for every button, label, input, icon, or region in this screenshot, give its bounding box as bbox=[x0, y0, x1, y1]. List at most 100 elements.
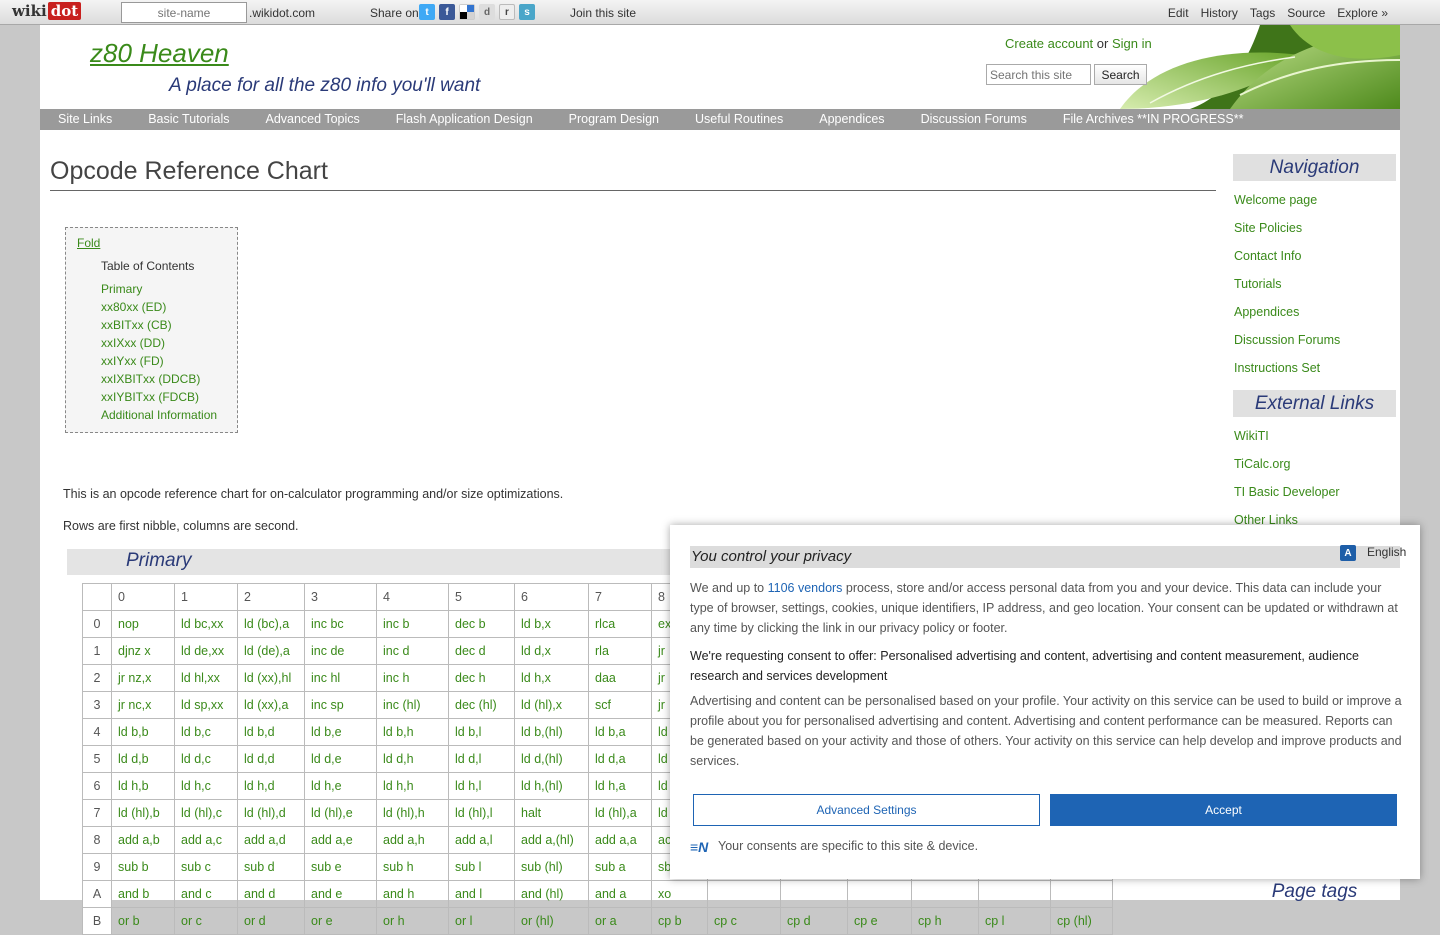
source-link[interactable]: Source bbox=[1287, 6, 1325, 20]
opcode-link[interactable]: halt bbox=[521, 806, 541, 820]
opcode-link[interactable]: sub h bbox=[383, 860, 414, 874]
opcode-link[interactable]: ld b,b bbox=[118, 725, 149, 739]
opcode-link[interactable]: ld (de),a bbox=[244, 644, 290, 658]
toc-link-fd[interactable]: xxIYxx (FD) bbox=[101, 354, 164, 368]
history-link[interactable]: History bbox=[1201, 6, 1238, 20]
opcode-link[interactable]: inc bc bbox=[311, 617, 344, 631]
opcode-link[interactable]: ld d,e bbox=[311, 752, 342, 766]
opcode-link[interactable]: ld sp,xx bbox=[181, 698, 223, 712]
opcode-link[interactable]: ld h,x bbox=[521, 671, 551, 685]
nav-site-links[interactable]: Site Links bbox=[40, 109, 130, 130]
opcode-link[interactable]: ld h,(hl) bbox=[521, 779, 563, 793]
opcode-link[interactable]: cp e bbox=[854, 914, 878, 928]
nav-discussion-forums[interactable]: Discussion Forums bbox=[903, 109, 1045, 130]
sidebar-link-appendices[interactable]: Appendices bbox=[1234, 305, 1299, 319]
nav-useful-routines[interactable]: Useful Routines bbox=[677, 109, 801, 130]
search-button[interactable]: Search bbox=[1094, 64, 1147, 85]
edit-link[interactable]: Edit bbox=[1168, 6, 1189, 20]
join-site-link[interactable]: Join this site bbox=[570, 6, 636, 20]
opcode-link[interactable]: ld h,a bbox=[595, 779, 626, 793]
opcode-link[interactable]: ld h,c bbox=[181, 779, 211, 793]
opcode-link[interactable]: jr bbox=[658, 644, 665, 658]
opcode-link[interactable]: and h bbox=[383, 887, 414, 901]
opcode-link[interactable]: xo bbox=[658, 887, 671, 901]
opcode-link[interactable]: or a bbox=[595, 914, 617, 928]
opcode-link[interactable]: ld b,x bbox=[521, 617, 551, 631]
opcode-link[interactable]: ld (bc),a bbox=[244, 617, 289, 631]
advanced-settings-button[interactable]: Advanced Settings bbox=[693, 794, 1040, 826]
site-title[interactable]: z80 Heaven bbox=[90, 38, 229, 69]
opcode-link[interactable]: sub b bbox=[118, 860, 149, 874]
toc-link-cb[interactable]: xxBITxx (CB) bbox=[101, 318, 172, 332]
opcode-link[interactable]: ld h,d bbox=[244, 779, 275, 793]
opcode-link[interactable]: dec h bbox=[455, 671, 486, 685]
opcode-link[interactable]: ld d,h bbox=[383, 752, 414, 766]
opcode-link[interactable]: ld d,a bbox=[595, 752, 626, 766]
opcode-link[interactable]: ld (hl),d bbox=[244, 806, 286, 820]
nav-flash-application-design[interactable]: Flash Application Design bbox=[378, 109, 551, 130]
twitter-icon[interactable]: t bbox=[419, 4, 435, 20]
sidebar-link-contact[interactable]: Contact Info bbox=[1234, 249, 1301, 263]
opcode-link[interactable]: ld d,d bbox=[244, 752, 275, 766]
explore-menu[interactable]: Explore » bbox=[1337, 6, 1388, 20]
opcode-link[interactable]: sub d bbox=[244, 860, 275, 874]
opcode-link[interactable]: and (hl) bbox=[521, 887, 563, 901]
opcode-link[interactable]: ld d,(hl) bbox=[521, 752, 563, 766]
toc-link-additional[interactable]: Additional Information bbox=[101, 408, 217, 422]
opcode-link[interactable]: or h bbox=[383, 914, 405, 928]
toc-link-ed[interactable]: xx80xx (ED) bbox=[101, 300, 166, 314]
opcode-link[interactable]: cp l bbox=[985, 914, 1004, 928]
opcode-link[interactable]: ld (hl),c bbox=[181, 806, 222, 820]
opcode-link[interactable]: or b bbox=[118, 914, 140, 928]
opcode-link[interactable]: sub e bbox=[311, 860, 342, 874]
sidebar-link-ticalc[interactable]: TiCalc.org bbox=[1234, 457, 1291, 471]
opcode-link[interactable]: add a,e bbox=[311, 833, 353, 847]
opcode-link[interactable]: and d bbox=[244, 887, 275, 901]
opcode-link[interactable]: ld (hl),e bbox=[311, 806, 353, 820]
language-icon[interactable]: A bbox=[1340, 545, 1356, 561]
sidebar-link-tibasic[interactable]: TI Basic Developer bbox=[1234, 485, 1340, 499]
opcode-link[interactable]: ld d,b bbox=[118, 752, 149, 766]
sidebar-link-wikiti[interactable]: WikiTI bbox=[1234, 429, 1269, 443]
opcode-link[interactable]: add a,c bbox=[181, 833, 222, 847]
opcode-link[interactable]: ld bbox=[658, 752, 668, 766]
site-name-input[interactable] bbox=[121, 2, 247, 23]
sidebar-link-tutorials[interactable]: Tutorials bbox=[1234, 277, 1281, 291]
opcode-link[interactable]: sub (hl) bbox=[521, 860, 563, 874]
tags-link[interactable]: Tags bbox=[1250, 6, 1275, 20]
sidebar-link-forums[interactable]: Discussion Forums bbox=[1234, 333, 1340, 347]
wikidot-logo[interactable]: wiki dot bbox=[12, 2, 82, 22]
opcode-link[interactable]: nop bbox=[118, 617, 139, 631]
opcode-link[interactable]: and b bbox=[118, 887, 149, 901]
opcode-link[interactable]: ld bbox=[658, 806, 668, 820]
vendors-link[interactable]: 1106 vendors bbox=[768, 581, 843, 595]
opcode-link[interactable]: cp b bbox=[658, 914, 682, 928]
opcode-link[interactable]: ld (hl),l bbox=[455, 806, 493, 820]
toc-link-ddcb[interactable]: xxIXBITxx (DDCB) bbox=[101, 372, 200, 386]
opcode-link[interactable]: inc de bbox=[311, 644, 344, 658]
reddit-icon[interactable]: r bbox=[499, 4, 515, 20]
opcode-link[interactable]: cp (hl) bbox=[1057, 914, 1092, 928]
opcode-link[interactable]: sub c bbox=[181, 860, 211, 874]
opcode-link[interactable]: ld (hl),b bbox=[118, 806, 160, 820]
opcode-link[interactable]: ld bbox=[658, 725, 668, 739]
opcode-link[interactable]: dec b bbox=[455, 617, 486, 631]
opcode-link[interactable]: and e bbox=[311, 887, 342, 901]
opcode-link[interactable]: or (hl) bbox=[521, 914, 554, 928]
opcode-link[interactable]: dec d bbox=[455, 644, 486, 658]
opcode-link[interactable]: cp c bbox=[714, 914, 737, 928]
sidebar-link-welcome[interactable]: Welcome page bbox=[1234, 193, 1317, 207]
accept-button[interactable]: Accept bbox=[1050, 794, 1397, 826]
opcode-link[interactable]: jr nz,x bbox=[118, 671, 151, 685]
opcode-link[interactable]: add a,a bbox=[595, 833, 637, 847]
opcode-link[interactable]: ld (hl),a bbox=[595, 806, 637, 820]
nav-basic-tutorials[interactable]: Basic Tutorials bbox=[130, 109, 247, 130]
create-account-link[interactable]: Create account bbox=[1005, 36, 1093, 51]
opcode-link[interactable]: ld bbox=[658, 779, 668, 793]
opcode-link[interactable]: and a bbox=[595, 887, 626, 901]
opcode-link[interactable]: add a,l bbox=[455, 833, 493, 847]
opcode-link[interactable]: sub l bbox=[455, 860, 481, 874]
opcode-link[interactable]: ld hl,xx bbox=[181, 671, 220, 685]
opcode-link[interactable]: inc h bbox=[383, 671, 409, 685]
nav-advanced-topics[interactable]: Advanced Topics bbox=[247, 109, 377, 130]
